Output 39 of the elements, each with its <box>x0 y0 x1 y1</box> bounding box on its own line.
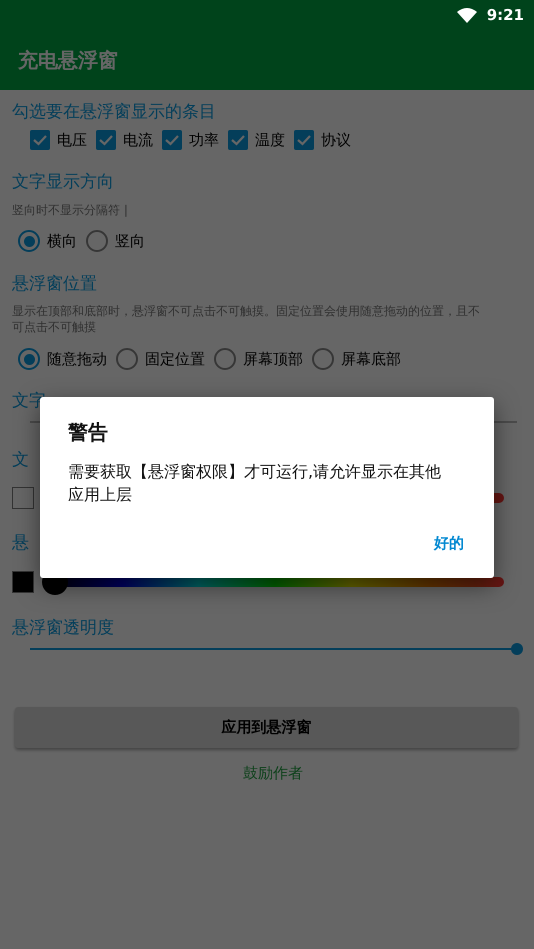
ok-button[interactable]: 好的 <box>428 530 470 557</box>
app-title: 充电悬浮窗 <box>18 46 118 74</box>
apply-button[interactable]: 应用到悬浮窗 <box>15 707 518 748</box>
radio-icon[interactable] <box>116 348 138 370</box>
section-heading: 勾选要在悬浮窗显示的条目 <box>12 101 216 123</box>
checkbox-icon[interactable] <box>30 130 50 150</box>
section-heading: 悬浮窗位置 <box>12 273 97 295</box>
checkbox-option[interactable]: 电流 <box>96 130 153 150</box>
checkbox-option[interactable]: 电压 <box>30 130 87 150</box>
checkbox-option[interactable]: 温度 <box>228 130 285 150</box>
section-heading: 悬 <box>12 532 29 554</box>
radio-icon[interactable] <box>18 230 40 252</box>
checkbox-icon[interactable] <box>294 130 314 150</box>
slider-thumb[interactable] <box>511 643 523 655</box>
dialog-title: 警告 <box>68 419 109 446</box>
radio-option[interactable]: 固定位置 <box>116 348 205 370</box>
dialog-message: 需要获取【悬浮窗权限】才可运行,请允许显示在其他应用上层 <box>68 461 442 506</box>
section-heading: 文 <box>12 449 29 471</box>
radio-option[interactable]: 横向 <box>18 230 77 252</box>
radio-option[interactable]: 随意拖动 <box>18 348 107 370</box>
radio-icon[interactable] <box>86 230 108 252</box>
radio-option[interactable]: 屏幕底部 <box>312 348 401 370</box>
wifi-icon <box>456 8 477 22</box>
radio-option[interactable]: 屏幕顶部 <box>214 348 303 370</box>
status-time: 9:21 <box>486 6 524 24</box>
checkbox-icon[interactable] <box>162 130 182 150</box>
radio-option[interactable]: 竖向 <box>86 230 145 252</box>
checkbox-option[interactable]: 功率 <box>162 130 219 150</box>
section-heading: 悬浮窗透明度 <box>12 617 114 639</box>
radio-icon[interactable] <box>214 348 236 370</box>
radio-icon[interactable] <box>312 348 334 370</box>
section-heading: 文字显示方向 <box>12 171 114 193</box>
checkbox-option[interactable]: 协议 <box>294 130 351 150</box>
color-swatch[interactable] <box>12 487 34 509</box>
radio-icon[interactable] <box>18 348 40 370</box>
checkbox-icon[interactable] <box>228 130 248 150</box>
support-link[interactable]: 鼓励作者 <box>243 764 303 783</box>
checkbox-icon[interactable] <box>96 130 116 150</box>
color-swatch[interactable] <box>12 571 34 593</box>
